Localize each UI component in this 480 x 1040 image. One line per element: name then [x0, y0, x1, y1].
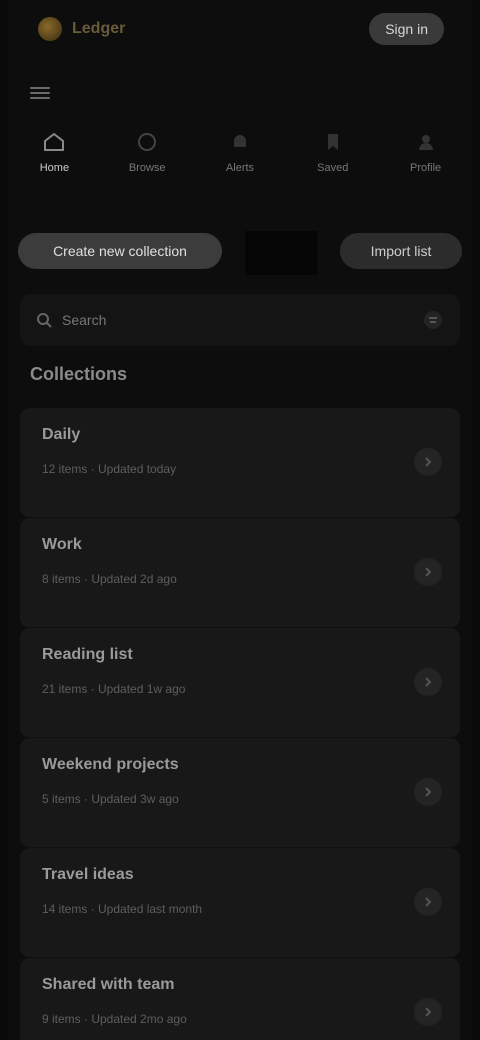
- import-list-button[interactable]: Import list: [340, 233, 462, 269]
- search-input[interactable]: [62, 312, 412, 328]
- list-item[interactable]: Daily 12 items · Updated today: [20, 408, 460, 518]
- bookmark-icon: [327, 134, 338, 150]
- item-meta: 21 items · Updated 1w ago: [42, 682, 186, 696]
- list-item[interactable]: Reading list 21 items · Updated 1w ago: [20, 628, 460, 738]
- chevron-right-icon[interactable]: [414, 558, 442, 586]
- item-meta: 5 items · Updated 3w ago: [42, 792, 179, 806]
- search-icon: [37, 313, 52, 328]
- tab-label: Browse: [128, 162, 166, 174]
- list-item[interactable]: Shared with team 9 items · Updated 2mo a…: [20, 958, 460, 1040]
- item-name: Weekend projects: [42, 756, 179, 773]
- chevron-right-icon[interactable]: [414, 668, 442, 696]
- section-title: Collections: [30, 364, 128, 384]
- search-bar: [20, 294, 460, 346]
- tab-bar: Home Browse Alerts Saved Profile: [8, 130, 472, 196]
- user-icon: [418, 135, 433, 150]
- tab-alerts[interactable]: Alerts: [200, 130, 280, 174]
- chevron-right-icon[interactable]: [414, 778, 442, 806]
- tab-label: Alerts: [225, 162, 255, 174]
- tab-label: Saved: [317, 162, 349, 174]
- item-name: Shared with team: [42, 976, 175, 993]
- list-item[interactable]: Work 8 items · Updated 2d ago: [20, 518, 460, 628]
- tab-saved[interactable]: Saved: [293, 130, 373, 174]
- action-row: Create new collection Import list: [18, 231, 462, 275]
- item-name: Work: [42, 536, 82, 553]
- top-bar: Ledger Sign in: [8, 0, 472, 58]
- item-meta: 14 items · Updated last month: [42, 902, 203, 916]
- tab-browse[interactable]: Browse: [107, 130, 187, 174]
- compass-icon: [138, 133, 157, 151]
- filter-icon[interactable]: [422, 309, 444, 331]
- bell-icon: [233, 135, 246, 147]
- item-meta: 9 items · Updated 2mo ago: [42, 1012, 187, 1026]
- menu-icon[interactable]: [30, 84, 50, 100]
- tab-home[interactable]: Home: [14, 130, 94, 174]
- tab-label: Profile: [409, 162, 442, 174]
- list-item[interactable]: Weekend projects 5 items · Updated 3w ag…: [20, 738, 460, 848]
- brand[interactable]: Ledger: [38, 17, 125, 41]
- item-name: Reading list: [42, 646, 133, 663]
- logo-icon: [38, 17, 62, 41]
- chevron-right-icon[interactable]: [414, 448, 442, 476]
- tab-label: Home: [39, 162, 70, 174]
- create-collection-button[interactable]: Create new collection: [18, 233, 222, 269]
- app-frame: Ledger Sign in Home Browse Alerts Saved …: [8, 0, 472, 1040]
- tab-profile[interactable]: Profile: [386, 130, 466, 174]
- brand-name: Ledger: [72, 20, 126, 37]
- list-item[interactable]: Travel ideas 14 items · Updated last mon…: [20, 848, 460, 958]
- item-name: Daily: [42, 426, 81, 443]
- collection-list: Daily 12 items · Updated today Work 8 it…: [20, 408, 460, 1040]
- home-icon: [44, 132, 65, 151]
- item-meta: 12 items · Updated today: [42, 462, 177, 476]
- chevron-right-icon[interactable]: [414, 888, 442, 916]
- sign-in-button[interactable]: Sign in: [369, 13, 444, 45]
- chevron-right-icon[interactable]: [414, 998, 442, 1026]
- item-meta: 8 items · Updated 2d ago: [42, 572, 177, 586]
- divider: [245, 231, 317, 275]
- item-name: Travel ideas: [42, 866, 134, 883]
